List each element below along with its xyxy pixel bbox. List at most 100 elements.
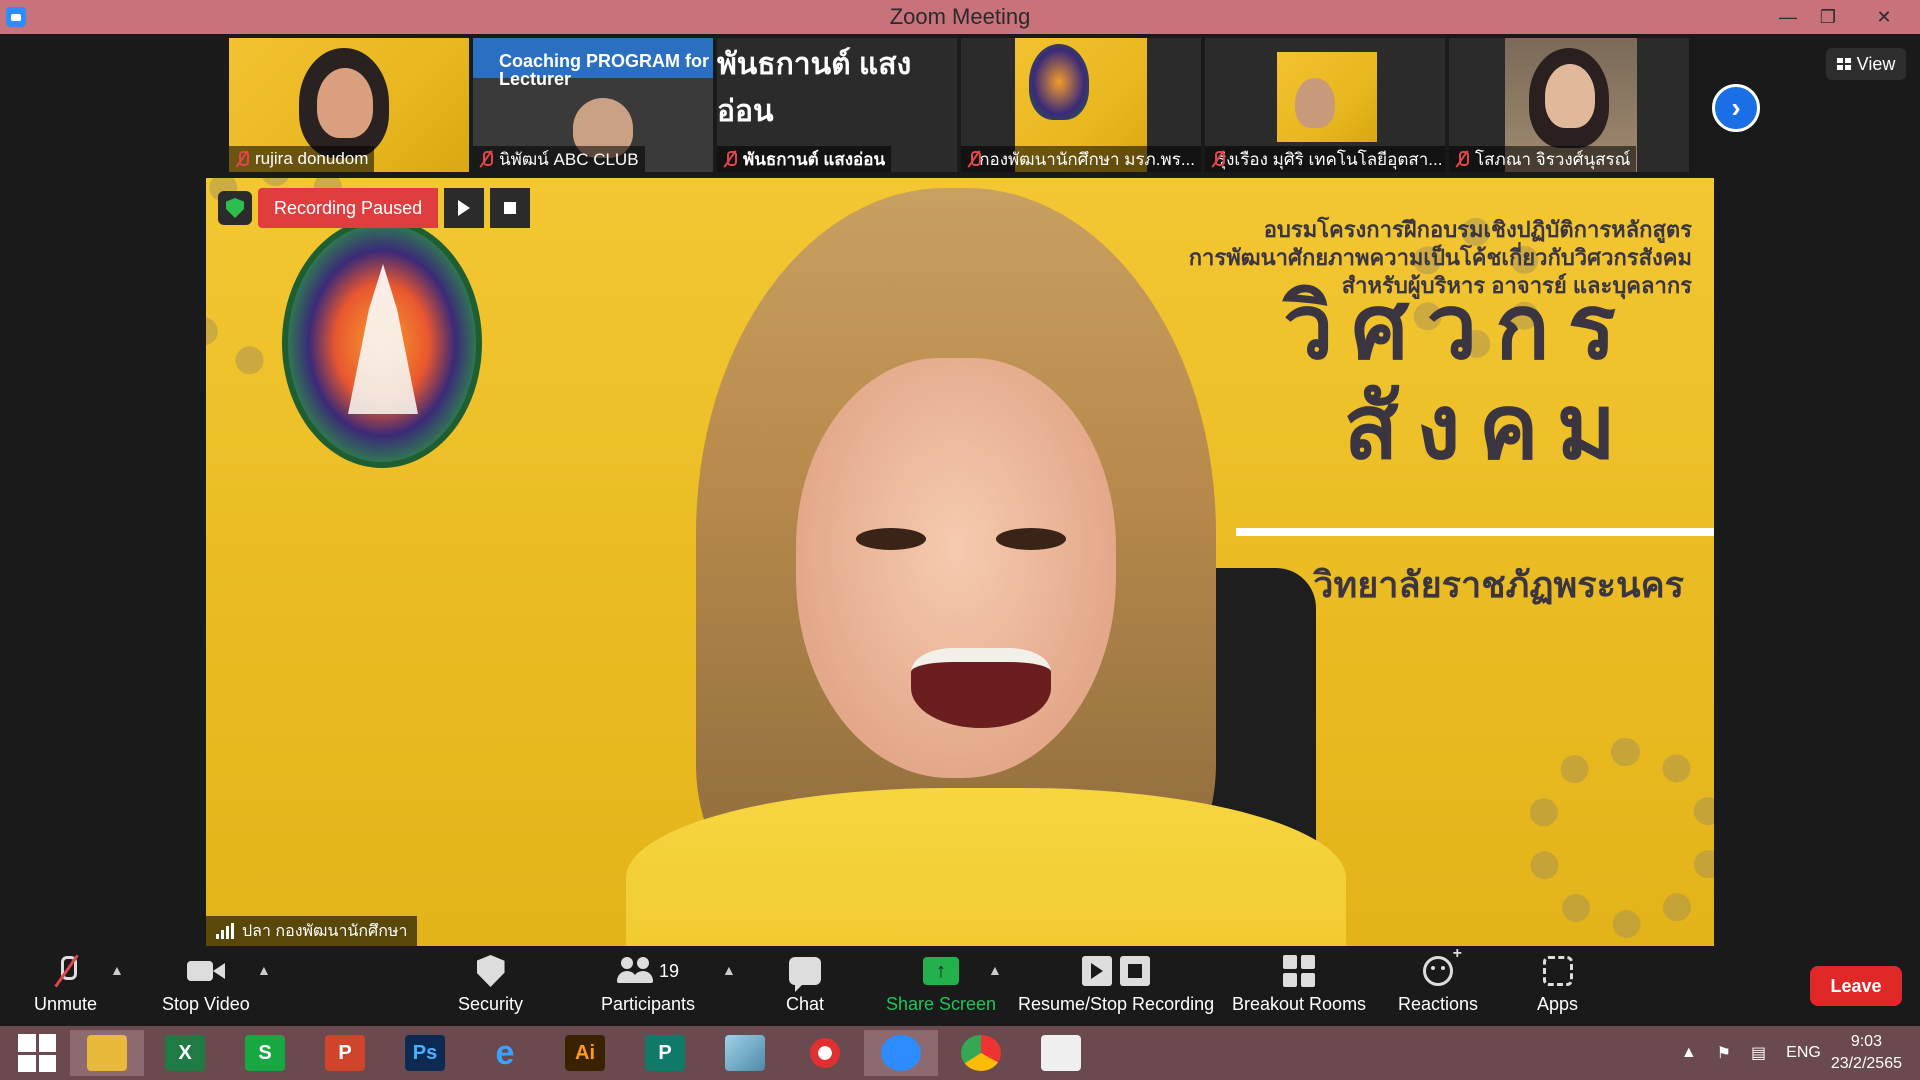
illustrator-icon: Ai (565, 1035, 605, 1071)
title-bar: Zoom Meeting — ❐ ✕ (0, 0, 1920, 34)
participant-name: กองพัฒนานักศึกษา มรภ.พร... (979, 149, 1195, 169)
participants-icon (617, 957, 653, 985)
reactions-button[interactable]: Reactions (1398, 945, 1479, 1015)
chat-bubble-icon (789, 957, 822, 992)
participant-tile[interactable]: โสภณา จิรวงศ์นุสรณ์ (1449, 38, 1689, 172)
banner-title: วิศวกร สังคม (1283, 278, 1634, 478)
close-button[interactable]: ✕ (1848, 0, 1920, 34)
leave-button[interactable]: Leave (1810, 966, 1902, 1006)
publisher-icon: P (645, 1035, 685, 1071)
breakout-rooms-icon (1283, 955, 1316, 987)
share-screen-label: Share Screen (886, 994, 997, 1014)
participant-name: พันธกานต์ แสงอ่อน (743, 149, 886, 169)
show-hidden-icons-icon[interactable]: ▲ (1681, 1044, 1697, 1062)
security-label: Security (458, 994, 524, 1014)
stop-recording-button[interactable] (490, 188, 531, 228)
taskbar-illustrator[interactable]: Ai (548, 1030, 622, 1076)
participant-display-name: พันธกานต์ แสงอ่อน (717, 48, 912, 128)
photoshop-icon: Ps (405, 1035, 445, 1071)
shield-icon (476, 955, 505, 987)
input-language[interactable]: ENG (1786, 1044, 1821, 1062)
taskbar-photoshop[interactable]: Ps (388, 1030, 462, 1076)
video-camera-icon (186, 959, 225, 983)
video-options-caret-icon[interactable]: ▲ (257, 962, 271, 978)
banner-title-line: สังคม (1343, 378, 1634, 478)
action-center-flag-icon[interactable]: ⚑ (1717, 1043, 1731, 1063)
banner-title-line: วิศวกร (1282, 278, 1634, 378)
stop-video-label: Stop Video (162, 994, 250, 1014)
recording-paused-label: Recording Paused (258, 188, 439, 228)
participant-tile[interactable]: Coaching PROGRAM for Lecturer นิพัฒน์ AB… (473, 38, 713, 172)
audio-options-caret-icon[interactable]: ▲ (110, 962, 124, 978)
smiley-plus-icon (1423, 945, 1462, 986)
powerpoint-icon: P (325, 1035, 365, 1071)
banner-subtitle: วิทยาลัยราชภัฏพระนคร (1313, 564, 1684, 605)
zoom-icon (881, 1035, 921, 1071)
resume-icon (1082, 956, 1113, 986)
zoom-window: Zoom Meeting — ❐ ✕ rujira donudom Coachi… (0, 0, 1920, 1080)
taskbar-powerpoint[interactable]: P (308, 1030, 382, 1076)
encryption-shield-icon[interactable] (218, 191, 252, 225)
participant-tile[interactable]: รุ่งเรือง มุศิริ เทคโนโลยีอุตสา... (1205, 38, 1445, 172)
recording-label: Resume/Stop Recording (1018, 994, 1215, 1014)
participants-options-caret-icon[interactable]: ▲ (722, 962, 736, 978)
taskbar-store[interactable]: S (228, 1030, 302, 1076)
chrome-icon (961, 1035, 1001, 1071)
speaker-name-tag: ปลา กองพัฒนานักศึกษา (206, 916, 418, 946)
muted-mic-icon (235, 150, 249, 168)
participant-name: โสภณา จิรวงศ์นุสรณ์ (1475, 149, 1631, 169)
share-options-caret-icon[interactable]: ▲ (988, 962, 1002, 978)
excel-icon: X (165, 1035, 205, 1071)
participant-tile[interactable]: rujira donudom (229, 38, 469, 172)
share-screen-button[interactable]: ↑ Share Screen (886, 952, 996, 1015)
taskbar-internet-explorer[interactable]: e (468, 1030, 542, 1076)
clock-time: 9:03 (1850, 1033, 1882, 1050)
window-title: Zoom Meeting (889, 4, 1031, 29)
taskbar-photoscape[interactable] (788, 1030, 862, 1076)
view-label: View (1856, 53, 1896, 74)
resume-stop-recording-button[interactable]: Resume/Stop Recording (1018, 952, 1214, 1015)
participant-tile[interactable]: พันธกานต์ แสงอ่อน พันธกานต์ แสงอ่อน (717, 38, 957, 172)
taskbar-zoom[interactable] (864, 1030, 938, 1076)
system-tray: ▲ ⚑ ▤ ENG 9:03 23/2/2565 (1671, 1026, 1920, 1080)
breakout-rooms-button[interactable]: Breakout Rooms (1232, 952, 1366, 1015)
stop-video-button[interactable]: Stop Video (162, 952, 250, 1015)
start-button[interactable] (0, 1030, 74, 1076)
taskbar-publisher[interactable]: P (628, 1030, 702, 1076)
taskbar-file-explorer[interactable] (70, 1030, 144, 1076)
thumbnail-banner-text: Coaching PROGRAM for Lecturer (499, 51, 709, 89)
participants-button[interactable]: 19 Participants (601, 952, 695, 1015)
unmute-label: Unmute (34, 994, 98, 1014)
chat-button[interactable]: Chat (786, 952, 824, 1015)
breakout-rooms-label: Breakout Rooms (1232, 994, 1367, 1014)
participant-tile[interactable]: กองพัฒนานักศึกษา มรภ.พร... (961, 38, 1201, 172)
view-button[interactable]: View (1826, 48, 1906, 80)
network-icon[interactable]: ▤ (1751, 1043, 1766, 1063)
reactions-label: Reactions (1398, 994, 1479, 1014)
taskbar-chrome[interactable] (944, 1030, 1018, 1076)
internet-explorer-icon: e (495, 1033, 515, 1072)
minimize-button[interactable]: — (1768, 0, 1808, 34)
taskbar-excel[interactable]: X (148, 1030, 222, 1076)
apps-icon (1542, 956, 1573, 986)
play-icon (458, 200, 471, 216)
clock[interactable]: 9:03 23/2/2565 (1831, 1031, 1902, 1075)
zoom-app-icon (6, 7, 26, 27)
speaker-name: ปลา กองพัฒนานักศึกษา (242, 922, 408, 940)
grid-view-icon (1836, 58, 1851, 70)
muted-microphone-icon (53, 954, 79, 988)
participant-name: นิพัฒน์ ABC CLUB (499, 149, 639, 169)
security-button[interactable]: Security (458, 952, 523, 1015)
windows-taskbar: X S P Ps e Ai P ▲ ⚑ ▤ ENG 9:03 23/2/2565 (0, 1026, 1920, 1080)
next-page-arrow-icon[interactable]: › (1712, 84, 1760, 132)
taskbar-app[interactable] (1024, 1030, 1098, 1076)
apps-button[interactable]: Apps (1537, 952, 1578, 1015)
recording-status: Recording Paused (218, 188, 531, 228)
chat-label: Chat (786, 994, 825, 1014)
participants-count: 19 (659, 960, 680, 981)
unmute-button[interactable]: Unmute (34, 952, 97, 1015)
university-seal-icon (282, 218, 482, 468)
taskbar-app[interactable] (708, 1030, 782, 1076)
restore-button[interactable]: ❐ (1808, 0, 1848, 34)
resume-recording-button[interactable] (444, 188, 485, 228)
